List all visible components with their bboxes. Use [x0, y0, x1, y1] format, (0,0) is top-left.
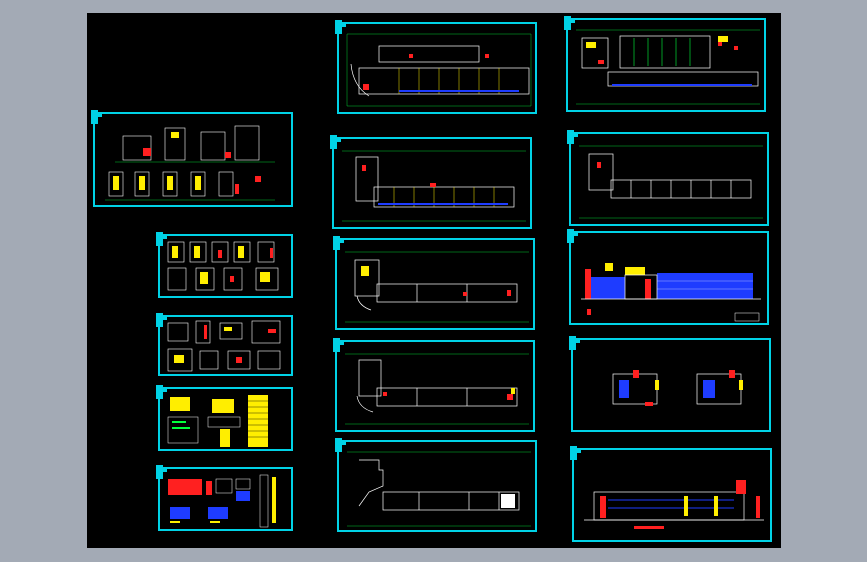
sheet-site-plan[interactable]: [564, 16, 766, 112]
sheet-floor-plan-3[interactable]: [333, 236, 535, 330]
node-details-drawing: [167, 320, 281, 372]
stair-details-drawing: [167, 241, 279, 291]
floor-plan-4-drawing: [345, 353, 529, 425]
sheet-roof-plan[interactable]: [335, 438, 537, 532]
sheet-floor-plan-4[interactable]: [333, 338, 535, 432]
sheet-front-elevation[interactable]: [567, 229, 769, 325]
roof-plan-drawing: [347, 451, 531, 527]
sheet-schedule-notes[interactable]: [156, 385, 293, 451]
floor-plan-3-drawing: [345, 251, 529, 323]
sheet-side-elevations[interactable]: [569, 336, 771, 432]
elevation-details-drawing: [105, 125, 275, 201]
floor-plan-1-drawing: [346, 33, 532, 107]
sheet-rear-elevation[interactable]: [570, 446, 772, 542]
side-elevations-drawing: [612, 370, 743, 406]
floor-plan-2-right-drawing: [579, 145, 763, 219]
schedule-notes-drawing: [167, 395, 268, 447]
drawing-canvas[interactable]: [87, 13, 781, 548]
sheet-stair-details[interactable]: [156, 232, 293, 298]
rear-elevation-drawing: [584, 480, 764, 529]
sheet-floor-plan-1[interactable]: [335, 20, 537, 114]
front-elevation-drawing: [581, 263, 761, 322]
sheet-elevation-details[interactable]: [91, 110, 293, 207]
sheet-floor-plan-2-right[interactable]: [567, 130, 769, 226]
site-plan-drawing: [576, 29, 760, 105]
sheet-window-details[interactable]: [156, 465, 293, 531]
floor-plan-2-drawing: [342, 150, 526, 222]
sheet-floor-plan-2[interactable]: [330, 135, 532, 229]
sheet-node-details[interactable]: [156, 313, 293, 376]
window-details-drawing: [168, 474, 276, 528]
